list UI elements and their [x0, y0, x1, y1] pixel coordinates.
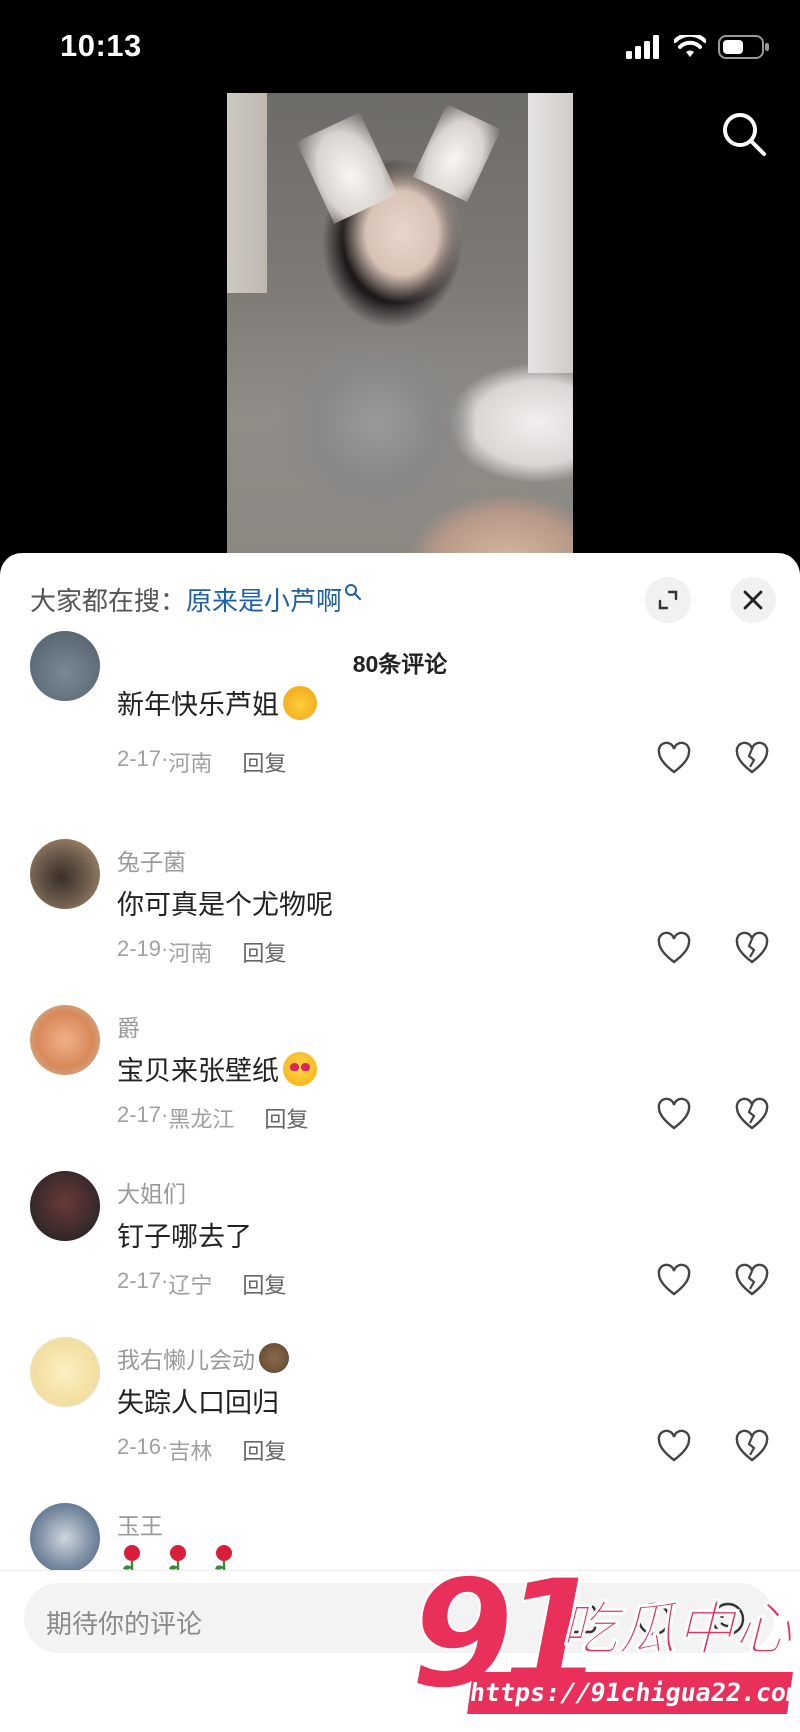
comment-count: 80条评论	[352, 651, 448, 677]
comment-text: 失踪人口回归	[117, 1388, 279, 1418]
comment-meta: 2-17 · 河南 回复	[117, 746, 287, 778]
avatar[interactable]	[30, 631, 100, 701]
reply-button[interactable]: 回复	[242, 746, 286, 778]
video-background-door	[528, 93, 573, 373]
battery-icon	[718, 35, 769, 59]
trending-label: 大家都在搜：	[30, 586, 187, 616]
comment-username[interactable]: 玉王	[117, 1507, 163, 1541]
signal-icon	[626, 35, 659, 59]
video-background-wall	[227, 93, 267, 293]
heart-icon[interactable]	[656, 1097, 692, 1133]
comment-input-placeholder: 期待你的评论	[46, 1609, 203, 1639]
cat-face-emoji	[283, 685, 317, 720]
comment-username[interactable]: 兔子菌	[117, 843, 186, 877]
broken-heart-icon[interactable]	[734, 1429, 770, 1465]
avatar[interactable]	[30, 1337, 100, 1407]
comment-text: 新年快乐芦姐	[117, 683, 317, 722]
search-button[interactable]	[718, 108, 770, 160]
trending-search[interactable]: 大家都在搜： 原来是小芦啊	[30, 581, 362, 618]
reply-button[interactable]: 回复	[264, 1102, 308, 1134]
comment-meta: 2-16 · 吉林 回复	[117, 1434, 287, 1466]
comment-username[interactable]: 爵	[117, 1009, 140, 1043]
sloth-emoji	[259, 1343, 289, 1373]
watermark-text: 吃瓜中心	[559, 1597, 793, 1662]
video-cat-ear-left	[296, 112, 398, 224]
trending-search-icon	[345, 583, 362, 600]
watermark-url: https://91chigua22.com	[467, 1672, 800, 1714]
comment-username[interactable]: 我右懒儿会动	[117, 1341, 289, 1375]
video-cat-ear-right	[412, 104, 502, 202]
avatar[interactable]	[30, 1171, 100, 1241]
comment-username[interactable]: 大姐们	[117, 1175, 186, 1209]
comment-meta: 2-19 · 河南 回复	[117, 936, 287, 968]
avatar[interactable]	[30, 1503, 100, 1573]
status-bar: 10:13	[0, 0, 800, 92]
heart-icon[interactable]	[656, 1263, 692, 1299]
heart-icon[interactable]	[656, 931, 692, 967]
avatar[interactable]	[30, 1005, 100, 1075]
close-icon	[743, 590, 763, 610]
comment-meta: 2-17 · 辽宁 回复	[117, 1268, 287, 1300]
comment-meta: 2-17 · 黑龙江 回复	[117, 1102, 309, 1134]
comment-text: 宝贝来张壁纸	[117, 1049, 317, 1088]
comment-text: 钉子哪去了	[117, 1222, 252, 1252]
trending-term[interactable]: 原来是小芦啊	[186, 581, 342, 618]
expand-button[interactable]	[645, 577, 691, 623]
heart-icon[interactable]	[656, 741, 692, 777]
heart-icon[interactable]	[656, 1429, 692, 1465]
broken-heart-icon[interactable]	[734, 931, 770, 967]
wifi-icon	[674, 35, 706, 57]
comment-sheet: 大家都在搜： 原来是小芦啊 80条评论 新年快乐芦姐 2-17 · 河南 回复 …	[0, 553, 800, 1731]
close-button[interactable]	[730, 577, 776, 623]
broken-heart-icon[interactable]	[734, 1263, 770, 1299]
reply-button[interactable]: 回复	[242, 1268, 286, 1300]
video-preview[interactable]	[227, 93, 573, 553]
broken-heart-icon[interactable]	[734, 1097, 770, 1133]
reply-button[interactable]: 回复	[242, 1434, 286, 1466]
reply-button[interactable]: 回复	[242, 936, 286, 968]
expand-icon	[658, 590, 678, 610]
comment-text: 你可真是个尤物呢	[117, 890, 333, 920]
broken-heart-icon[interactable]	[734, 741, 770, 777]
avatar[interactable]	[30, 839, 100, 909]
watermark-logo: 91 吃瓜中心 https://91chigua22.com	[409, 1559, 800, 1731]
search-icon	[723, 113, 766, 156]
status-time: 10:13	[60, 28, 142, 63]
heart-eyes-emoji	[283, 1051, 317, 1086]
status-icons	[626, 34, 770, 60]
